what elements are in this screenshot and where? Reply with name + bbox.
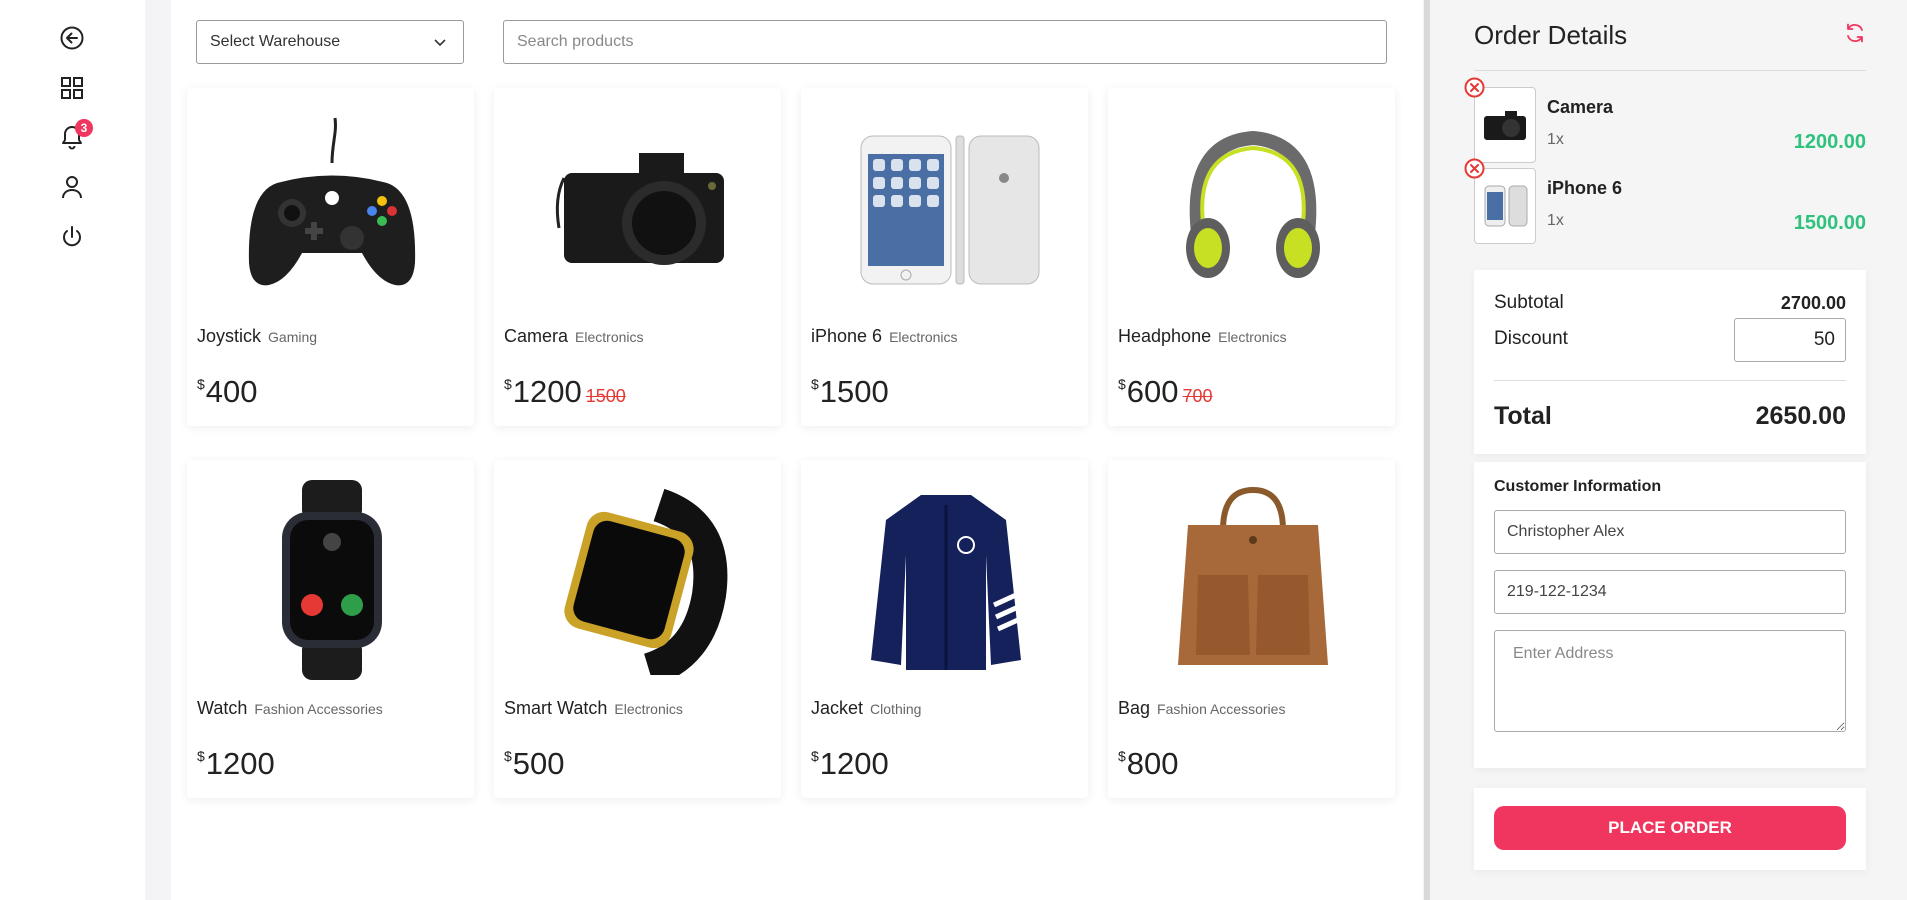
divider	[1494, 380, 1846, 381]
user-icon[interactable]	[57, 172, 87, 202]
product-category: Electronics	[614, 701, 683, 717]
product-price: 1200	[512, 374, 582, 409]
item-quantity: 1x	[1547, 131, 1564, 148]
customer-info-section: Customer Information	[1474, 462, 1866, 768]
product-name: Joystick	[197, 326, 262, 346]
product-price: 500	[512, 746, 565, 781]
product-name: Smart Watch	[504, 698, 608, 718]
product-name: Watch	[197, 698, 248, 718]
order-item: Camera 1x 1200.00	[1464, 77, 1866, 163]
search-input[interactable]	[503, 20, 1387, 64]
item-quantity: 1x	[1547, 212, 1564, 229]
product-card-iphone-6[interactable]: iPhone 6 Electronics $1500	[801, 88, 1088, 426]
product-price: 1500	[819, 374, 889, 409]
chevron-down-icon	[434, 39, 446, 47]
product-category: Electronics	[889, 329, 958, 345]
product-category: Clothing	[870, 701, 922, 717]
notification-badge: 3	[75, 119, 93, 137]
discount-input[interactable]	[1734, 318, 1846, 362]
order-summary: Subtotal 2700.00 Discount Total 2650.00	[1474, 270, 1866, 454]
item-name: iPhone 6	[1547, 178, 1623, 198]
item-price: 1500.00	[1793, 212, 1866, 234]
total-value: 2650.00	[1755, 402, 1846, 430]
product-name: iPhone 6	[811, 326, 883, 346]
product-price: 800	[1126, 746, 1179, 781]
product-name: Headphone	[1118, 326, 1212, 346]
order-item: iPhone 6 1x 1500.00	[1464, 158, 1866, 244]
currency-symbol: $	[197, 376, 205, 392]
joystick-image	[227, 108, 437, 308]
power-icon[interactable]	[57, 222, 87, 252]
product-category: Electronics	[1218, 329, 1287, 345]
place-order-section: PLACE ORDER	[1474, 788, 1866, 870]
order-panel: Order Details Camera 1x 1200.00 iPhone 6…	[1430, 0, 1907, 900]
smart-watch-image	[534, 480, 744, 680]
divider	[1474, 70, 1866, 71]
product-category: Fashion Accessories	[1157, 701, 1286, 717]
warehouse-select[interactable]: Select Warehouse	[196, 20, 464, 64]
warehouse-select-label: Select Warehouse	[210, 33, 341, 50]
currency-symbol: $	[504, 376, 512, 392]
customer-name-field[interactable]	[1494, 510, 1846, 554]
place-order-button[interactable]: PLACE ORDER	[1494, 806, 1846, 850]
headphone-image	[1148, 108, 1358, 308]
product-card-bag[interactable]: Bag Fashion Accessories $800	[1108, 460, 1395, 798]
product-category: Electronics	[575, 329, 644, 345]
product-card-jacket[interactable]: Jacket Clothing $1200	[801, 460, 1088, 798]
remove-item-icon[interactable]	[1464, 77, 1485, 98]
remove-item-icon[interactable]	[1464, 158, 1485, 179]
customer-address-field[interactable]	[1494, 630, 1846, 732]
product-name: Bag	[1118, 698, 1151, 718]
item-name: Camera	[1547, 97, 1614, 117]
product-name: Camera	[504, 326, 569, 346]
jacket-image	[841, 480, 1051, 680]
item-thumbnail	[1474, 168, 1536, 244]
order-title: Order Details	[1474, 20, 1628, 50]
currency-symbol: $	[1118, 376, 1126, 392]
product-card-watch[interactable]: Watch Fashion Accessories $1200	[187, 460, 474, 798]
product-price: 400	[205, 374, 258, 409]
customer-info-title: Customer Information	[1494, 478, 1662, 495]
item-thumbnail	[1474, 87, 1536, 163]
subtotal-label: Subtotal	[1494, 292, 1564, 313]
watch-image	[227, 480, 437, 680]
product-old-price: 700	[1182, 386, 1213, 406]
customer-phone-field[interactable]	[1494, 570, 1846, 614]
product-old-price: 1500	[585, 386, 626, 406]
subtotal-value: 2700.00	[1780, 293, 1846, 313]
notifications-button[interactable]: 3	[57, 119, 93, 152]
total-label: Total	[1494, 402, 1552, 430]
iphone-image	[841, 108, 1051, 308]
product-price: 1200	[819, 746, 889, 781]
refresh-icon[interactable]	[1844, 22, 1866, 44]
currency-symbol: $	[197, 748, 205, 764]
item-price: 1200.00	[1793, 131, 1866, 153]
product-category: Fashion Accessories	[254, 701, 383, 717]
product-price: 600	[1126, 374, 1179, 409]
camera-image	[534, 108, 744, 308]
currency-symbol: $	[1118, 748, 1126, 764]
products-area: Select Warehouse Joystick Gaming $400	[171, 0, 1423, 900]
currency-symbol: $	[504, 748, 512, 764]
currency-symbol: $	[811, 376, 819, 392]
discount-label: Discount	[1494, 328, 1568, 349]
back-icon[interactable]	[57, 23, 87, 53]
product-price: 1200	[205, 746, 275, 781]
product-card-smart-watch[interactable]: Smart Watch Electronics $500	[494, 460, 781, 798]
product-card-headphone[interactable]: Headphone Electronics $600 700	[1108, 88, 1395, 426]
product-category: Gaming	[268, 329, 318, 345]
dashboard-icon[interactable]	[57, 73, 87, 103]
product-card-camera[interactable]: Camera Electronics $1200 1500	[494, 88, 781, 426]
product-name: Jacket	[811, 698, 864, 718]
product-card-joystick[interactable]: Joystick Gaming $400	[187, 88, 474, 426]
side-nav: 3	[0, 0, 145, 900]
bag-image	[1148, 480, 1358, 680]
currency-symbol: $	[811, 748, 819, 764]
